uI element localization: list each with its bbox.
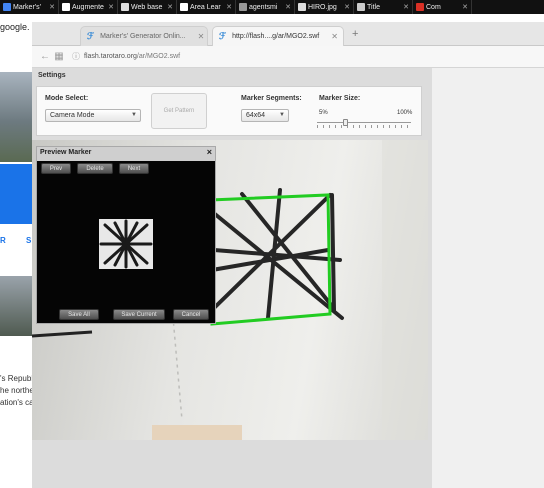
os-tab-label: Augmente <box>72 3 104 11</box>
background-text-line: ation's ca <box>0 398 34 407</box>
get-pattern-button[interactable]: Get Pattern <box>151 93 207 129</box>
tab-marker-generator[interactable]: ℱ Marker's' Generator Onlin... ✕ <box>80 26 208 46</box>
close-tab-icon[interactable]: ✕ <box>165 3 173 11</box>
preview-screen: Prev Delete Next Save All Save Current C… <box>37 161 215 323</box>
tab-favicon-icon: ℱ <box>219 31 227 41</box>
flash-app: Settings Mode Select: Camera Mode ▼ Get … <box>32 68 432 488</box>
os-tab-label: Marker's' <box>13 3 41 11</box>
os-tab[interactable]: Marker's' ✕ <box>0 0 59 14</box>
mode-select-label: Mode Select: <box>45 95 89 102</box>
background-blue-banner <box>0 164 34 224</box>
info-icon: ⓘ <box>72 52 80 61</box>
os-tab-label: Web base <box>131 3 163 11</box>
os-tab[interactable]: agentsmi ✕ <box>236 0 295 14</box>
delete-button[interactable]: Delete <box>77 163 113 174</box>
os-tab-strip: Marker's' ✕ Augmente ✕ Web base ✕ Area Lear ✕ ag… <box>0 0 544 14</box>
os-tab[interactable]: Web base ✕ <box>118 0 177 14</box>
preview-marker-title: Preview Marker <box>40 149 92 156</box>
marker-size-slider-thumb[interactable] <box>343 119 348 126</box>
os-tab-label: Area Lear <box>190 3 221 11</box>
tab-favicon-icon <box>62 3 70 11</box>
os-tab-label: Title <box>367 3 380 11</box>
os-tab[interactable]: Com ✕ <box>413 0 472 14</box>
tab-flash-swf[interactable]: ℱ http://flash....g/ar/MGO2.swf ✕ <box>212 26 344 46</box>
url-field[interactable]: ⓘ flash.tarotaro.org /ar/MGO2.swf <box>72 51 180 62</box>
tab-favicon-icon <box>121 3 129 11</box>
marker-pattern-thumbnail <box>99 219 153 269</box>
tab-favicon-icon <box>298 3 306 11</box>
background-photo <box>0 276 34 336</box>
chevron-down-icon: ▼ <box>279 112 285 118</box>
close-tab-icon[interactable]: ✕ <box>342 3 350 11</box>
address-bar: ← ▦ ⓘ flash.tarotaro.org /ar/MGO2.swf <box>32 46 544 68</box>
tab-label: Marker's' Generator Onlin... <box>100 33 186 40</box>
close-tab-icon[interactable]: ✕ <box>401 3 409 11</box>
marker-pattern-image <box>99 219 153 269</box>
new-tab-button[interactable]: + <box>352 28 358 40</box>
grid-icon[interactable]: ▦ <box>54 51 64 62</box>
os-tab[interactable]: HIRO.jpg ✕ <box>295 0 354 14</box>
close-icon[interactable]: × <box>207 147 212 157</box>
close-tab-icon[interactable]: ✕ <box>283 3 291 11</box>
settings-panel: Mode Select: Camera Mode ▼ Get Pattern M… <box>36 86 422 136</box>
marker-size-slider-ticks <box>317 125 411 128</box>
mode-select-value: Camera Mode <box>50 112 95 119</box>
tab-favicon-icon <box>3 3 11 11</box>
tab-label: http://flash....g/ar/MGO2.swf <box>232 33 320 40</box>
marker-segments-label: Marker Segments: <box>241 95 302 102</box>
preview-marker-panel: Preview Marker × Prev Delete Next Save A… <box>36 146 216 324</box>
os-tab-label: Com <box>426 3 441 11</box>
close-tab-icon[interactable]: ✕ <box>106 3 114 11</box>
close-tab-icon[interactable]: ✕ <box>224 3 232 11</box>
os-tab[interactable]: Title ✕ <box>354 0 413 14</box>
marker-segments-value: 64x64 <box>246 112 266 119</box>
marker-size-min: 5% <box>319 110 328 116</box>
next-button[interactable]: Next <box>119 163 149 174</box>
os-tab-label: HIRO.jpg <box>308 3 337 11</box>
os-tab[interactable]: Area Lear ✕ <box>177 0 236 14</box>
close-tab-icon[interactable]: ✕ <box>198 32 205 41</box>
marker-size-max: 100% <box>397 110 413 116</box>
prev-button[interactable]: Prev <box>41 163 71 174</box>
browser-window: ℱ Marker's' Generator Onlin... ✕ ℱ http:… <box>32 22 544 488</box>
background-text-line: he northe <box>0 386 34 395</box>
save-all-button[interactable]: Save All <box>59 309 99 320</box>
close-tab-icon[interactable]: ✕ <box>331 32 338 41</box>
mode-select-dropdown[interactable]: Camera Mode ▼ <box>45 109 141 122</box>
url-domain: flash.tarotaro.org <box>84 53 137 60</box>
back-arrow-icon[interactable]: ← <box>40 51 50 62</box>
marker-size-label: Marker Size: <box>319 95 361 102</box>
chevron-down-icon: ▼ <box>131 112 137 118</box>
tab-favicon-icon: ℱ <box>87 31 95 41</box>
close-tab-icon[interactable]: ✕ <box>460 3 468 11</box>
tab-favicon-icon <box>357 3 365 11</box>
os-tab-label: agentsmi <box>249 3 278 11</box>
tab-favicon-icon <box>239 3 247 11</box>
browser-tab-bar: ℱ Marker's' Generator Onlin... ✕ ℱ http:… <box>32 22 544 46</box>
background-photo <box>0 72 34 162</box>
background-text-line: 's Republ <box>0 374 34 383</box>
background-link[interactable]: R <box>0 236 6 245</box>
settings-title: Settings <box>38 72 66 79</box>
tab-favicon-icon <box>416 3 424 11</box>
google-logo-text: google. <box>0 22 30 32</box>
url-path: /ar/MGO2.swf <box>136 53 181 60</box>
cancel-button[interactable]: Cancel <box>173 309 209 320</box>
marker-size-slider-track[interactable] <box>317 122 411 123</box>
tab-favicon-icon <box>180 3 188 11</box>
background-link[interactable]: S <box>26 236 31 245</box>
marker-segments-dropdown[interactable]: 64x64 ▼ <box>241 109 289 122</box>
os-tab[interactable]: Augmente ✕ <box>59 0 118 14</box>
close-tab-icon[interactable]: ✕ <box>47 3 55 11</box>
save-current-button[interactable]: Save Current <box>113 309 165 320</box>
